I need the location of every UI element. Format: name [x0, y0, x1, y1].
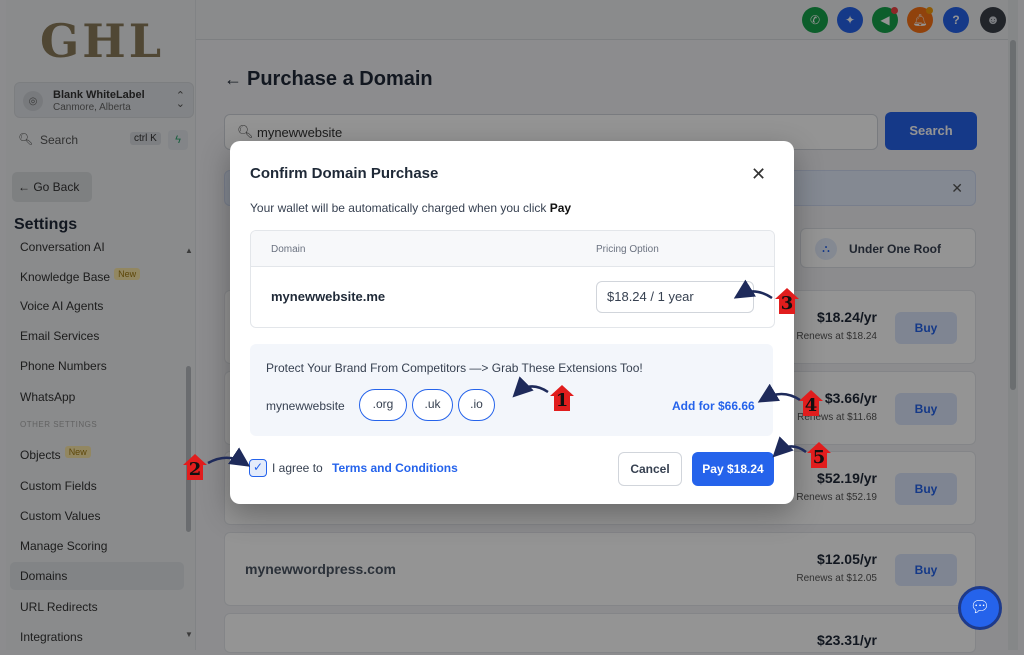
marker-number: 2 — [188, 459, 202, 480]
marker-number: 1 — [555, 390, 569, 411]
marker-number: 5 — [812, 447, 826, 468]
annotation-marker-4: 4 — [798, 389, 824, 417]
annotation-marker-5: 5 — [806, 441, 832, 469]
annotation-marker-2: 2 — [182, 453, 208, 481]
annotation-marker-3: 3 — [774, 287, 800, 315]
marker-number: 4 — [804, 395, 818, 416]
annotation-marker-1: 1 — [549, 384, 575, 412]
chat-support-icon[interactable]: 💬︎ — [958, 586, 1002, 630]
annotation-arrows — [207, 279, 807, 467]
marker-number: 3 — [780, 293, 794, 314]
